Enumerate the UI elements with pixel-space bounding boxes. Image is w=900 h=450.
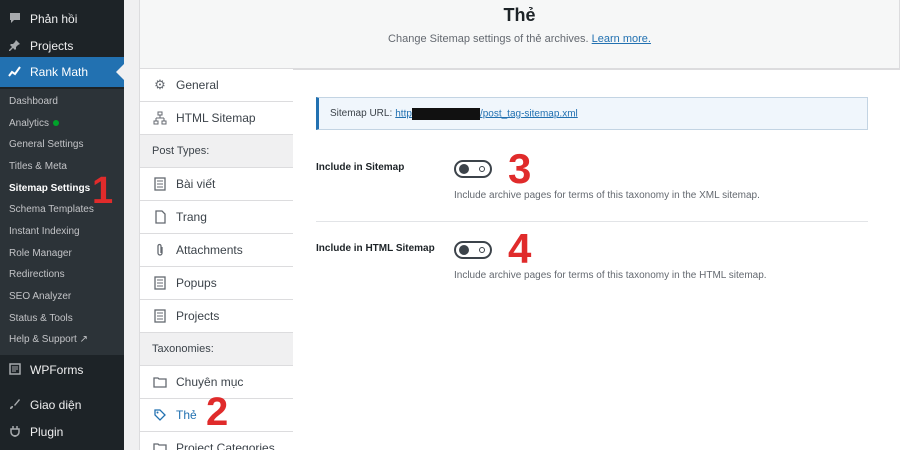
submenu-general-settings[interactable]: General Settings <box>9 135 84 155</box>
wpforms-icon <box>4 362 26 378</box>
divider <box>316 221 868 222</box>
include-sitemap-label: Include in Sitemap <box>316 162 405 173</box>
submenu-sitemap-settings[interactable]: Sitemap Settings <box>9 179 90 199</box>
document-icon <box>152 275 168 291</box>
gear-icon: ⚙ <box>154 77 166 92</box>
document-icon <box>152 308 168 324</box>
settings-header: Thẻ Change Sitemap settings of thẻ archi… <box>139 0 900 69</box>
submenu-help-support[interactable]: Help & Support ↗ <box>9 330 88 350</box>
wp-admin-sidebar: Phản hồi Projects Rank Math Dashboard An… <box>0 0 124 450</box>
submenu-seo-analyzer[interactable]: SEO Analyzer <box>9 287 71 307</box>
menu-item-plugin[interactable]: Plugin <box>0 419 124 445</box>
rank-math-submenu: Dashboard Analytics General Settings Tit… <box>0 89 124 355</box>
include-sitemap-description: Include archive pages for terms of this … <box>454 190 760 201</box>
annotation-number-2: 2 <box>206 390 229 434</box>
include-html-sitemap-toggle[interactable] <box>454 241 492 259</box>
include-html-sitemap-label: Include in HTML Sitemap <box>316 243 435 254</box>
document-icon <box>152 176 168 192</box>
toggle-knob <box>459 164 469 174</box>
tag-icon <box>152 407 168 423</box>
submenu-schema-templates[interactable]: Schema Templates <box>9 200 94 220</box>
paperclip-icon <box>152 242 168 258</box>
include-html-sitemap-description: Include archive pages for terms of this … <box>454 270 767 281</box>
menu-item-projects[interactable]: Projects <box>0 33 124 59</box>
submenu-status-tools[interactable]: Status & Tools <box>9 309 73 329</box>
external-link-icon: ↗ <box>79 334 88 345</box>
rank-math-icon <box>4 65 26 80</box>
include-sitemap-toggle[interactable] <box>454 160 492 178</box>
tab-attachments[interactable]: Attachments <box>140 234 294 267</box>
comment-icon <box>4 12 26 27</box>
settings-content: Sitemap URL: http/post_tag-sitemap.xml I… <box>293 69 900 450</box>
submenu-analytics[interactable]: Analytics <box>9 114 60 134</box>
page-description: Change Sitemap settings of thẻ archives.… <box>388 33 651 45</box>
tab-project-categories[interactable]: Project Categories <box>140 432 294 450</box>
tab-general[interactable]: ⚙ General <box>140 69 294 102</box>
tab-group-post-types: Post Types: <box>140 135 294 168</box>
tab-group-taxonomies: Taxonomies: <box>140 333 294 366</box>
learn-more-link[interactable]: Learn more. <box>592 33 651 45</box>
menu-item-phan-hoi[interactable]: Phản hồi <box>0 6 124 32</box>
redacted-domain <box>411 107 480 120</box>
toggle-knob <box>459 245 469 255</box>
annotation-number-1: 1 <box>92 170 114 212</box>
tab-projects[interactable]: Projects <box>140 300 294 333</box>
folder-icon <box>152 374 168 390</box>
annotation-number-4: 4 <box>508 225 532 272</box>
toggle-off-icon <box>479 247 485 253</box>
toggle-off-icon <box>479 166 485 172</box>
submenu-role-manager[interactable]: Role Manager <box>9 244 72 264</box>
page-icon <box>152 209 168 225</box>
menu-item-rank-math[interactable]: Rank Math <box>0 57 124 87</box>
page-title: Thẻ <box>503 5 536 25</box>
tab-popups[interactable]: Popups <box>140 267 294 300</box>
status-dot-icon <box>53 120 60 127</box>
menu-item-wpforms[interactable]: WPForms <box>0 357 124 383</box>
folder-icon <box>152 440 168 450</box>
sitemap-icon <box>152 110 168 126</box>
tab-bai-viet[interactable]: Bài viết <box>140 168 294 201</box>
pin-icon <box>4 39 26 54</box>
submenu-instant-indexing[interactable]: Instant Indexing <box>9 222 80 242</box>
annotation-number-3: 3 <box>508 145 532 192</box>
tab-trang[interactable]: Trang <box>140 201 294 234</box>
submenu-titles-meta[interactable]: Titles & Meta <box>9 157 67 177</box>
sitemap-url-notice: Sitemap URL: http/post_tag-sitemap.xml <box>316 97 868 130</box>
paintbrush-icon <box>4 398 26 413</box>
sitemap-url-link[interactable]: http/post_tag-sitemap.xml <box>395 107 578 120</box>
tab-html-sitemap[interactable]: HTML Sitemap <box>140 102 294 135</box>
menu-item-giao-dien[interactable]: Giao diện <box>0 392 124 418</box>
plugin-icon <box>4 425 26 440</box>
submenu-redirections[interactable]: Redirections <box>9 265 65 285</box>
submenu-dashboard[interactable]: Dashboard <box>9 92 58 112</box>
